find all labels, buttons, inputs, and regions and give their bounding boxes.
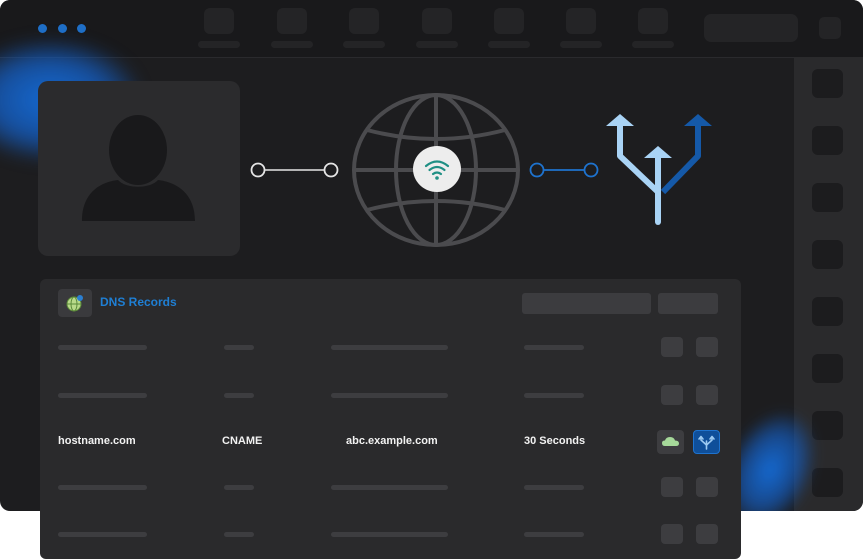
fork-icon bbox=[698, 435, 715, 450]
proxy-toggle-button[interactable] bbox=[657, 430, 684, 454]
routing-button[interactable] bbox=[693, 430, 720, 454]
panel-title: DNS Records bbox=[100, 295, 177, 309]
cloud-icon bbox=[662, 437, 679, 446]
window-control-dot[interactable] bbox=[38, 24, 47, 33]
sidebar-placeholder-button[interactable] bbox=[812, 468, 843, 497]
toolbar-placeholder-item[interactable] bbox=[416, 8, 458, 58]
title-bar bbox=[0, 0, 863, 58]
record-hostname: hostname.com bbox=[58, 435, 136, 447]
toolbar-placeholder-item[interactable] bbox=[271, 8, 313, 58]
user-card bbox=[38, 81, 240, 256]
connector-line bbox=[250, 162, 339, 178]
fork-arrows-icon bbox=[606, 114, 712, 225]
wifi-icon bbox=[424, 160, 450, 180]
user-silhouette-icon bbox=[82, 115, 195, 221]
add-record-button-placeholder[interactable] bbox=[658, 293, 718, 314]
dns-globe-icon bbox=[66, 295, 83, 312]
row-action-placeholder[interactable] bbox=[661, 477, 683, 497]
dns-records-panel: DNS Records hostname.com CNAME abc.examp… bbox=[40, 279, 741, 559]
sidebar-placeholder-button[interactable] bbox=[812, 183, 843, 212]
table-row-placeholder bbox=[40, 329, 741, 369]
row-action-placeholder[interactable] bbox=[661, 524, 683, 544]
row-action-placeholder[interactable] bbox=[661, 385, 683, 405]
record-type: CNAME bbox=[222, 435, 263, 447]
sidebar-placeholder-button[interactable] bbox=[812, 69, 843, 98]
row-action-placeholder[interactable] bbox=[696, 337, 718, 357]
toolbar-placeholder-item[interactable] bbox=[632, 8, 674, 58]
table-row[interactable]: hostname.com CNAME abc.example.com 30 Se… bbox=[40, 424, 741, 464]
toolbar-placeholder-item[interactable] bbox=[343, 8, 385, 58]
row-action-placeholder[interactable] bbox=[696, 477, 718, 497]
table-row-placeholder bbox=[40, 469, 741, 509]
toolbar-placeholder-item[interactable] bbox=[198, 8, 240, 58]
sidebar-placeholder-button[interactable] bbox=[812, 411, 843, 440]
toolbar-placeholder-item[interactable] bbox=[560, 8, 602, 58]
row-action-placeholder[interactable] bbox=[696, 524, 718, 544]
sidebar-placeholder-button[interactable] bbox=[812, 126, 843, 155]
window-control-dot[interactable] bbox=[58, 24, 67, 33]
wifi-badge bbox=[413, 146, 461, 192]
table-row-placeholder bbox=[40, 377, 741, 417]
sidebar-placeholder-button[interactable] bbox=[812, 297, 843, 326]
toolbar-button-placeholder[interactable] bbox=[819, 17, 841, 39]
row-action-placeholder[interactable] bbox=[661, 337, 683, 357]
sidebar-placeholder-button[interactable] bbox=[812, 240, 843, 269]
record-value: abc.example.com bbox=[346, 435, 438, 447]
search-placeholder[interactable] bbox=[704, 14, 798, 42]
dns-icon-box bbox=[58, 289, 92, 317]
toolbar-placeholder-item[interactable] bbox=[488, 8, 530, 58]
filter-input-placeholder[interactable] bbox=[522, 293, 651, 314]
sidebar-placeholder-button[interactable] bbox=[812, 354, 843, 383]
window-control-dot[interactable] bbox=[77, 24, 86, 33]
row-action-placeholder[interactable] bbox=[696, 385, 718, 405]
connector-line-active bbox=[529, 162, 599, 178]
table-row-placeholder bbox=[40, 516, 741, 556]
record-ttl: 30 Seconds bbox=[524, 435, 586, 447]
